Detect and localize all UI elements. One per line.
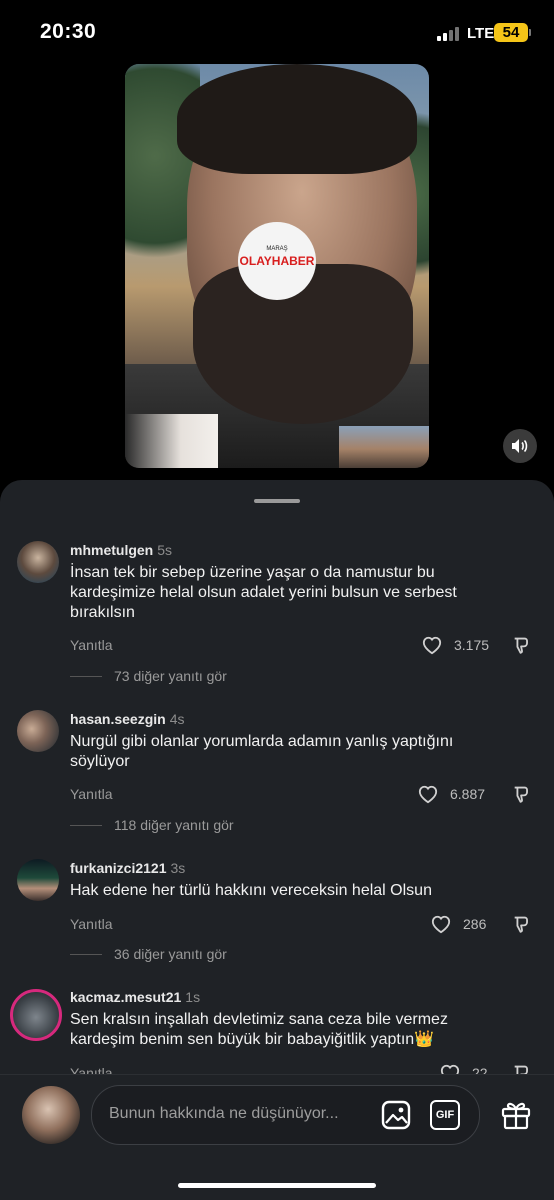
news-logo: MARAŞ OLAYHABER <box>238 222 316 300</box>
comment-time: 5s <box>157 542 173 558</box>
gif-button[interactable]: GIF <box>430 1100 460 1130</box>
speaker-icon[interactable] <box>503 429 537 463</box>
heart-icon[interactable] <box>421 635 443 655</box>
avatar[interactable] <box>17 859 59 901</box>
heart-icon[interactable] <box>430 914 452 934</box>
network-type: LTE <box>467 25 495 42</box>
comment-text: Hak edene her türlü hakkını vereceksin h… <box>70 882 432 899</box>
like-count: 6.887 <box>450 786 486 802</box>
avatar[interactable] <box>17 541 59 583</box>
inset-photo-right <box>339 426 429 468</box>
comment-time: 3s <box>170 860 186 876</box>
dislike-icon[interactable] <box>511 913 533 935</box>
view-more-replies[interactable]: 118 diğer yanıtı gör <box>114 817 234 833</box>
dislike-icon[interactable] <box>511 634 533 656</box>
comment-username[interactable]: kacmaz.mesut21 1s <box>70 989 200 1005</box>
comment-username[interactable]: mhmetulgen 5s <box>70 542 172 558</box>
heart-icon[interactable] <box>417 784 439 804</box>
avatar[interactable] <box>22 1086 80 1144</box>
reply-button[interactable]: Yanıtla <box>70 916 113 932</box>
like-count: 3.175 <box>454 637 490 653</box>
status-time: 20:30 <box>40 20 97 43</box>
comment-time: 1s <box>185 989 201 1005</box>
battery-tip <box>529 29 531 36</box>
inset-photo-left <box>125 414 218 468</box>
replies-divider <box>70 676 102 677</box>
image-icon[interactable] <box>381 1100 411 1130</box>
dislike-icon[interactable] <box>511 783 533 805</box>
status-bar: 20:30 LTE 54 <box>0 0 554 66</box>
home-indicator[interactable] <box>178 1183 376 1188</box>
reply-button[interactable]: Yanıtla <box>70 786 113 802</box>
comment-text: Nurgül gibi olanlar yorumlarda adamın ya… <box>70 733 454 770</box>
comment-text: Sen kralsın inşallah devletimiz sana cez… <box>70 1011 448 1048</box>
comment-composer: Bunun hakkında ne düşünüyor... GIF <box>0 1074 554 1200</box>
logo-title: OLAYHABER <box>239 254 315 268</box>
cellular-signal-icon <box>437 27 463 41</box>
avatar[interactable] <box>17 710 59 752</box>
comment-time: 4s <box>169 711 185 727</box>
replies-divider <box>70 825 102 826</box>
comment-username[interactable]: hasan.seezgin 4s <box>70 711 185 727</box>
replies-divider <box>70 954 102 955</box>
comment-text: İnsan tek bir sebep üzerine yaşar o da n… <box>70 564 457 621</box>
like-count: 286 <box>463 916 487 932</box>
video-player[interactable]: MARAŞ OLAYHABER <box>125 64 429 468</box>
battery-icon: 54 <box>494 23 528 42</box>
video-hair <box>177 64 417 174</box>
comment-input[interactable]: Bunun hakkında ne düşünüyor... GIF <box>91 1085 480 1145</box>
comment-username[interactable]: furkanizci2121 3s <box>70 860 185 876</box>
reply-button[interactable]: Yanıtla <box>70 637 113 653</box>
logo-subtitle: MARAŞ <box>266 246 288 252</box>
view-more-replies[interactable]: 36 diğer yanıtı gör <box>114 946 227 962</box>
avatar[interactable] <box>10 989 62 1041</box>
view-more-replies[interactable]: 73 diğer yanıtı gör <box>114 668 227 684</box>
sheet-drag-handle[interactable] <box>254 499 300 503</box>
comment-input-placeholder: Bunun hakkında ne düşünüyor... <box>109 1105 339 1122</box>
gift-icon[interactable] <box>500 1098 532 1130</box>
